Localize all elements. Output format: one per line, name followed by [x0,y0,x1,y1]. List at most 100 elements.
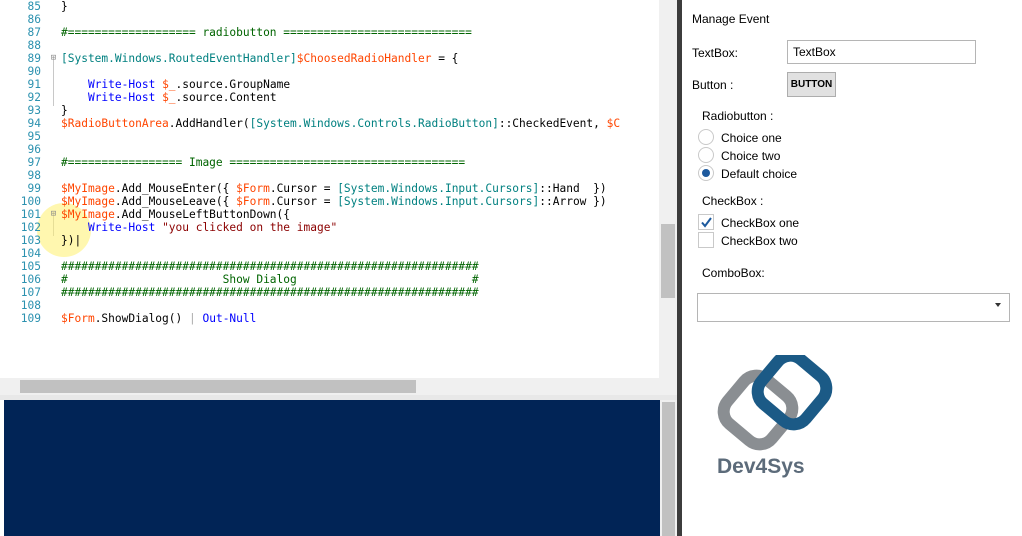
line-number: 103 [20,234,41,247]
code-token: } [61,0,68,13]
code-token: $MyImage [61,208,115,221]
line-number: 104 [20,247,41,260]
radio-indicator[interactable] [698,147,714,163]
code-token: .Add_MouseEnter({ [114,182,237,195]
code-token: | [188,312,196,325]
radio-label: Choice two [721,149,781,163]
code-token: $Form [61,312,95,325]
checkbox-label: CheckBox two [721,234,798,248]
code-text: $MyImage.Add_MouseLeftButtonDown({ [61,208,290,221]
editor-horizontal-scroll-thumb[interactable] [20,380,416,393]
code-text: $RadioButtonArea.AddHandler([System.Wind… [61,117,620,130]
editor-vertical-scrollbar[interactable] [659,0,677,400]
code-token: $ChoosedRadioHandler [296,52,432,65]
code-token: .Cursor = [269,195,338,208]
code-token: ::Arrow }) [539,195,607,208]
line-number: 105 [20,260,41,273]
line-number: 92 [27,91,41,104]
editor-vertical-scroll-thumb[interactable] [661,224,675,298]
code-token: [System.Windows.Input.Cursors] [337,182,540,195]
line-number: 98 [27,169,41,182]
code-token: ::CheckedEvent, [498,117,607,130]
code-token: $_ [162,78,176,91]
code-token: $RadioButtonArea [61,117,169,130]
line-number: 95 [27,130,41,143]
radiobutton-group-label: Radiobutton : [702,109,774,123]
code-token: Write-Host [87,78,156,91]
line-number: 93 [27,104,41,117]
code-token: $MyImage [61,182,115,195]
checkbox-label: CheckBox one [721,216,800,230]
manage-event-window: Manage Event TextBox: Button : BUTTON Ra… [682,0,1022,536]
code-token: $Form [236,195,270,208]
line-number: 94 [27,117,41,130]
code-token: $MyImage [61,195,115,208]
code-token: # Show Dialog # [61,273,479,286]
window-title: Manage Event [692,12,770,26]
code-text: Write-Host "you clicked on the image" [61,221,337,234]
code-text: # Show Dialog # [61,273,479,286]
code-text: Write-Host $_.source.GroupName [61,78,290,91]
line-number: 108 [20,299,41,312]
code-token: [System.Windows.RoutedEventHandler] [61,52,297,65]
code-token: ########################################… [61,286,479,299]
textbox-label: TextBox: [692,46,739,60]
code-text: $Form.ShowDialog() | Out-Null [61,312,256,325]
code-text: ########################################… [61,260,479,273]
line-number: 96 [27,143,41,156]
code-token: $C [606,117,621,130]
code-token: #================= Image ===============… [61,156,466,169]
line-number: 107 [20,286,41,299]
line-number: 102 [20,221,41,234]
logo-text: Dev4Sys [717,455,805,478]
line-number: 89 [27,52,41,65]
line-number: 88 [27,39,41,52]
radio-indicator-selected[interactable] [698,165,714,181]
code-token: .ShowDialog() [94,312,189,325]
code-token: .Cursor = [269,182,338,195]
code-token: ::Hand }) [539,182,607,195]
checkmark-icon [701,217,712,228]
code-token: .source.Content [175,91,277,104]
console-pane[interactable] [4,400,660,536]
radio-label: Choice one [721,131,782,145]
chevron-down-icon[interactable] [995,303,1001,307]
script-editor[interactable]: 85} 86 87 #=================== radiobutton … [0,0,659,378]
checkbox-indicator-checked[interactable] [698,214,714,230]
code-text: } [61,0,68,13]
checkbox-group-label: CheckBox : [702,194,764,208]
code-text: $MyImage.Add_MouseLeave({ $Form.Cursor =… [61,195,607,208]
code-text: #================= Image ===============… [61,156,465,169]
code-token: Write-Host [87,91,156,104]
combobox[interactable] [697,293,1010,322]
button-label: Button : [692,78,734,92]
textbox-input[interactable] [787,40,976,64]
fold-toggle-icon[interactable]: ⊟ [49,52,58,65]
fold-toggle-icon[interactable]: ⊟ [49,208,58,221]
code-token: })| [61,234,82,247]
radio-indicator[interactable] [698,129,714,145]
line-number: 91 [27,78,41,91]
code-text: Write-Host $_.source.Content [61,91,277,104]
line-number: 99 [27,182,41,195]
code-token: = { [431,52,459,65]
code-token: $Form [236,182,270,195]
code-text: ########################################… [61,286,479,299]
line-number: 97 [27,156,41,169]
code-token: [System.Windows.Input.Cursors] [337,195,540,208]
code-text: #=================== radiobutton =======… [61,26,472,39]
form-button[interactable]: BUTTON [787,72,836,97]
dev4sys-logo-icon[interactable] [715,355,845,455]
checkbox-indicator[interactable] [698,232,714,248]
console-scroll-thumb[interactable] [662,402,675,536]
line-number: 90 [27,65,41,78]
code-token: } [61,104,68,117]
code-token: $_ [162,91,176,104]
code-token: #=================== radiobutton =======… [61,26,472,39]
line-number: 86 [27,13,41,26]
radio-label: Default choice [721,167,798,181]
code-text: })| [61,234,81,247]
